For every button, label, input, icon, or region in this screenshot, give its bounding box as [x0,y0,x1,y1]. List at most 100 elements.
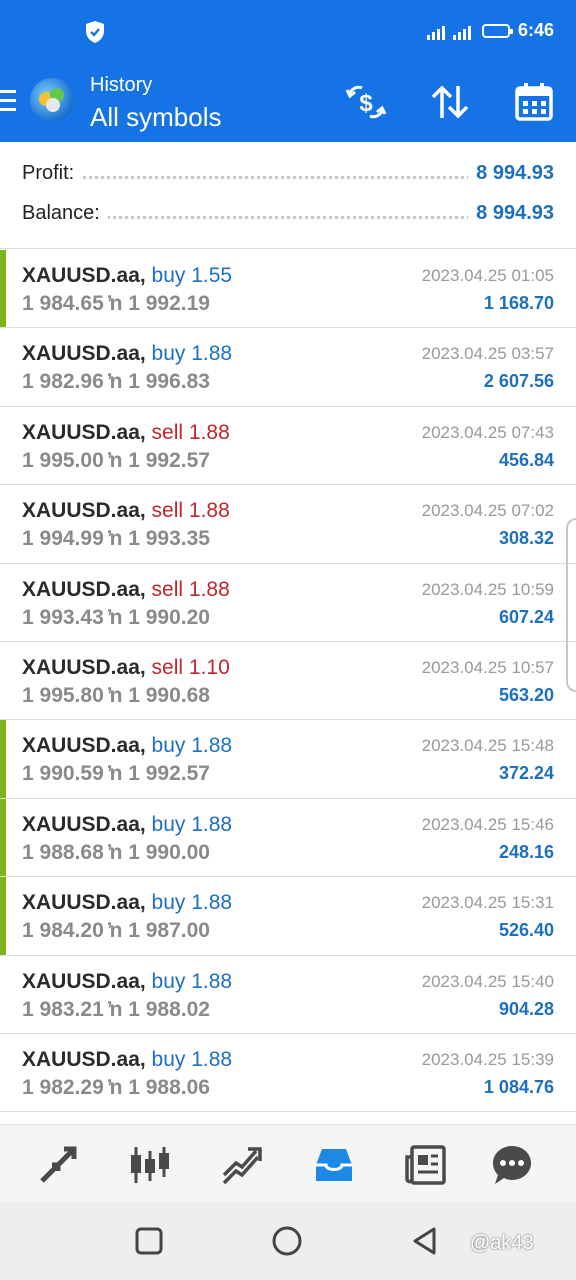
system-nav-bar: @ak43 [0,1202,576,1280]
trade-date: 2023.04.25 01:05 [421,266,554,285]
trade-side-volume: buy 1.88 [151,969,233,993]
trade-date: 2023.04.25 07:43 [421,422,554,442]
bottom-tab-bar [0,1124,576,1203]
trade-side-volume: sell 1.10 [151,655,230,679]
app-bar-title[interactable]: All symbols [90,102,221,133]
status-bar: 6:46 [0,0,576,64]
edge-panel-handle[interactable] [566,518,576,692]
trade-profit: 2 607.56 [483,371,554,392]
trade-prices: 1 984.65 ̓n 1 992.19 [22,292,210,315]
trade-date: 2023.04.25 15:31 [421,893,554,913]
profit-row: Profit: 8 994.93 [22,162,554,192]
trade-prices: 1 982.29 ̓n 1 988.06 [22,1075,210,1099]
quotes-icon[interactable] [36,1143,80,1187]
app-bar: History All symbols $ [0,64,576,142]
trade-profit: 526.40 [498,920,554,941]
trade-row[interactable]: XAUUSD.aa, buy 1.88 1 984.20 ̓n 1 987.00… [0,877,576,956]
trade-profit: 904.28 [498,998,554,1019]
trade-date: 2023.04.25 15:40 [421,971,554,991]
trade-profit: 248.16 [498,841,554,862]
trade-profit: 372.24 [498,763,554,784]
trade-date: 2023.04.25 07:02 [421,501,554,521]
trade-symbol: XAUUSD.aa, buy 1.55 [22,264,233,287]
trade-symbol: XAUUSD.aa, buy 1.88 [22,342,233,366]
trade-symbol: XAUUSD.aa, buy 1.88 [22,812,233,836]
trade-date: 2023.04.25 15:46 [421,814,554,834]
currency-exchange-icon[interactable]: $ [344,80,388,124]
chat-icon[interactable] [490,1143,534,1187]
history-icon[interactable] [312,1143,356,1187]
profit-value: 8 994.93 [468,162,554,185]
trade-row[interactable]: XAUUSD.aa, sell 1.88 1 994.99 ̓n 1 993.3… [0,485,576,564]
signal-icon [427,26,445,40]
trade-side-volume: buy 1.88 [151,891,233,915]
trade-date: 2023.04.25 10:57 [421,657,554,677]
trade-date: 2023.04.25 10:59 [421,579,554,599]
svg-text:$: $ [359,90,373,117]
app-logo [30,78,74,122]
trade-row[interactable]: XAUUSD.aa, buy 1.88 1 990.59 ̓n 1 992.57… [0,720,576,799]
trade-side-volume: buy 1.55 [151,264,233,287]
trade-prices: 1 995.00 ̓n 1 992.57 [22,448,210,472]
trade-side-volume: buy 1.88 [151,1047,233,1071]
sort-icon[interactable] [428,80,472,124]
trade-symbol: XAUUSD.aa, sell 1.88 [22,577,230,601]
trade-side-volume: buy 1.88 [151,342,233,366]
trade-prices: 1 990.59 ̓n 1 992.57 [22,762,210,786]
balance-row: Balance: 8 994.93 [22,202,554,232]
back-icon[interactable] [410,1226,440,1256]
trade-row[interactable]: XAUUSD.aa, buy 1.88 1 983.21 ̓n 1 988.02… [0,956,576,1034]
trade-profit: 563.20 [498,684,554,705]
trade-row[interactable]: XAUUSD.aa, sell 1.88 1 993.43 ̓n 1 990.2… [0,564,576,642]
recents-icon[interactable] [134,1226,164,1256]
trade-row[interactable]: XAUUSD.aa, sell 1.88 1 995.00 ̓n 1 992.5… [0,407,576,486]
trade-side-volume: sell 1.88 [151,499,230,523]
trade-icon[interactable] [220,1143,264,1187]
trade-prices: 1 983.21 ̓n 1 988.02 [22,997,210,1021]
trade-profit: 308.32 [498,528,554,549]
menu-icon[interactable] [0,90,16,112]
trade-symbol: XAUUSD.aa, buy 1.88 [22,734,233,758]
trade-side-volume: buy 1.88 [151,734,233,758]
trade-side-volume: sell 1.88 [151,577,230,601]
trade-prices: 1 982.96 ̓n 1 996.83 [22,370,210,394]
trade-date: 2023.04.25 03:57 [421,344,554,364]
trade-row[interactable]: XAUUSD.aa, buy 1.88 1 982.96 ̓n 1 996.83… [0,328,576,407]
status-time: 6:46 [518,20,555,40]
shield-icon [86,21,104,43]
chart-icon[interactable] [128,1143,172,1187]
trade-side-volume: sell 1.88 [151,420,230,444]
home-icon[interactable] [272,1226,302,1256]
balance-label: Balance: [22,202,108,225]
trade-row[interactable]: XAUUSD.aa, buy 1.55 1 984.65 ̓n 1 992.19… [0,250,576,329]
battery-icon [482,24,513,38]
trade-symbol: XAUUSD.aa, buy 1.88 [22,1047,233,1071]
calendar-icon[interactable] [512,80,556,124]
trade-symbol: XAUUSD.aa, sell 1.10 [22,655,230,679]
watermark: @ak43 [470,1232,534,1254]
trade-row[interactable]: XAUUSD.aa, sell 1.10 1 995.80 ̓n 1 990.6… [0,642,576,721]
trade-row[interactable]: XAUUSD.aa, buy 1.88 1 982.29 ̓n 1 988.06… [0,1034,576,1113]
trade-history-list: XAUUSD.aa, buy 1.55 1 984.65 ̓n 1 992.19… [0,250,576,1113]
trade-symbol: XAUUSD.aa, buy 1.88 [22,969,233,993]
trade-side-volume: buy 1.88 [151,812,233,836]
trade-symbol: XAUUSD.aa, sell 1.88 [22,499,230,523]
account-summary: Profit: 8 994.93 Balance: 8 994.93 [0,142,576,249]
trade-prices: 1 995.80 ̓n 1 990.68 [22,683,210,707]
trade-profit: 607.24 [498,606,554,627]
trade-symbol: XAUUSD.aa, buy 1.88 [22,891,233,915]
trade-symbol: XAUUSD.aa, sell 1.88 [22,420,230,444]
trade-row[interactable]: XAUUSD.aa, buy 1.88 1 988.68 ̓n 1 990.00… [0,798,576,878]
trade-date: 2023.04.25 15:48 [421,736,554,756]
trade-prices: 1 994.99 ̓n 1 993.35 [22,527,210,551]
trade-profit: 1 084.76 [483,1076,554,1097]
news-icon[interactable] [404,1143,448,1187]
signal-icon [453,26,471,40]
profit-label: Profit: [22,162,83,185]
trade-profit: 456.84 [498,449,554,470]
trade-prices: 1 993.43 ̓n 1 990.20 [22,605,210,629]
trade-date: 2023.04.25 15:39 [421,1049,554,1069]
trade-prices: 1 988.68 ̓n 1 990.00 [22,840,210,864]
app-bar-subtitle: History [90,74,153,96]
trade-profit: 1 168.70 [483,293,554,313]
